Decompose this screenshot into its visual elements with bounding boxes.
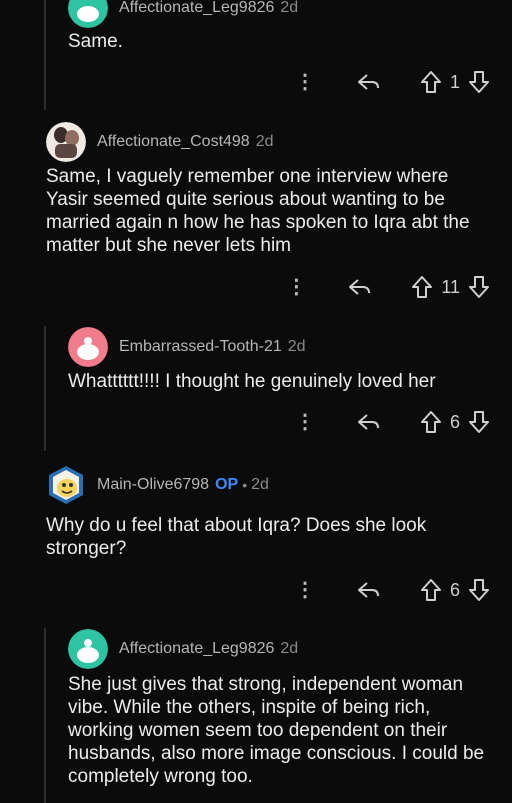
comment-header: Embarrassed-Tooth-21 2d <box>68 327 306 367</box>
comment-age: 2d <box>280 0 299 16</box>
reply-icon[interactable] <box>356 411 382 433</box>
vote-count: 1 <box>449 71 460 92</box>
more-icon[interactable]: ⋮ <box>285 277 307 297</box>
upvote-icon[interactable] <box>420 578 442 602</box>
comment-actions: ⋮ 1 <box>294 68 490 96</box>
comment-actions: ⋮ 6 <box>294 576 490 604</box>
downvote-icon[interactable] <box>468 275 490 299</box>
avatar[interactable] <box>68 629 108 669</box>
reply-icon[interactable] <box>347 276 373 298</box>
more-icon[interactable]: ⋮ <box>294 580 316 600</box>
comment-actions: ⋮ 6 <box>294 408 490 436</box>
author-name[interactable]: Affectionate_Leg9826 <box>119 640 274 658</box>
avatar[interactable] <box>46 465 86 505</box>
comment-body: Same. <box>68 31 123 52</box>
vote-count: 11 <box>441 276 460 297</box>
comment-age: 2d <box>251 476 269 493</box>
op-badge: OP <box>215 476 239 493</box>
comment-header: Affectionate_Leg9826 2d <box>68 0 298 28</box>
author-name[interactable]: Affectionate_Cost498 <box>97 133 250 151</box>
upvote-icon[interactable] <box>420 410 442 434</box>
vote-count: 6 <box>449 579 460 600</box>
more-icon[interactable]: ⋮ <box>294 72 316 92</box>
avatar[interactable] <box>68 0 108 28</box>
comment-age: 2d <box>280 640 299 657</box>
comment-header: Main-Olive6798 OP • 2d <box>46 465 269 505</box>
comment-body: Why do u feel that about Iqra? Does she … <box>46 515 427 559</box>
comment-body: She just gives that strong, independent … <box>68 674 485 787</box>
downvote-icon[interactable] <box>468 578 490 602</box>
author-name[interactable]: Embarrassed-Tooth-21 <box>119 338 282 356</box>
comment-header: Affectionate_Cost498 2d <box>46 122 274 162</box>
avatar[interactable] <box>68 327 108 367</box>
upvote-icon[interactable] <box>420 70 442 94</box>
comment-body: Same, I vaguely remember one interview w… <box>46 166 470 256</box>
comment-actions: ⋮ 11 <box>285 273 490 301</box>
comment-header: Affectionate_Leg9826 2d <box>68 629 298 669</box>
comment-body: Whatttttt!!!! I thought he genuinely lov… <box>68 371 436 392</box>
author-name[interactable]: Main-Olive6798 <box>97 476 209 494</box>
author-name[interactable]: Affectionate_Leg9826 <box>119 0 274 17</box>
downvote-icon[interactable] <box>468 70 490 94</box>
comment-age: 2d <box>287 338 306 355</box>
comment-age: 2d <box>255 133 274 150</box>
thread-line <box>44 326 46 451</box>
vote-count: 6 <box>449 411 460 432</box>
more-icon[interactable]: ⋮ <box>294 412 316 432</box>
upvote-icon[interactable] <box>411 275 433 299</box>
avatar[interactable] <box>46 122 86 162</box>
separator-dot: • <box>242 477 248 493</box>
thread-line <box>44 0 46 110</box>
thread-line <box>44 628 46 803</box>
reply-icon[interactable] <box>356 71 382 93</box>
reply-icon[interactable] <box>356 579 382 601</box>
downvote-icon[interactable] <box>468 410 490 434</box>
